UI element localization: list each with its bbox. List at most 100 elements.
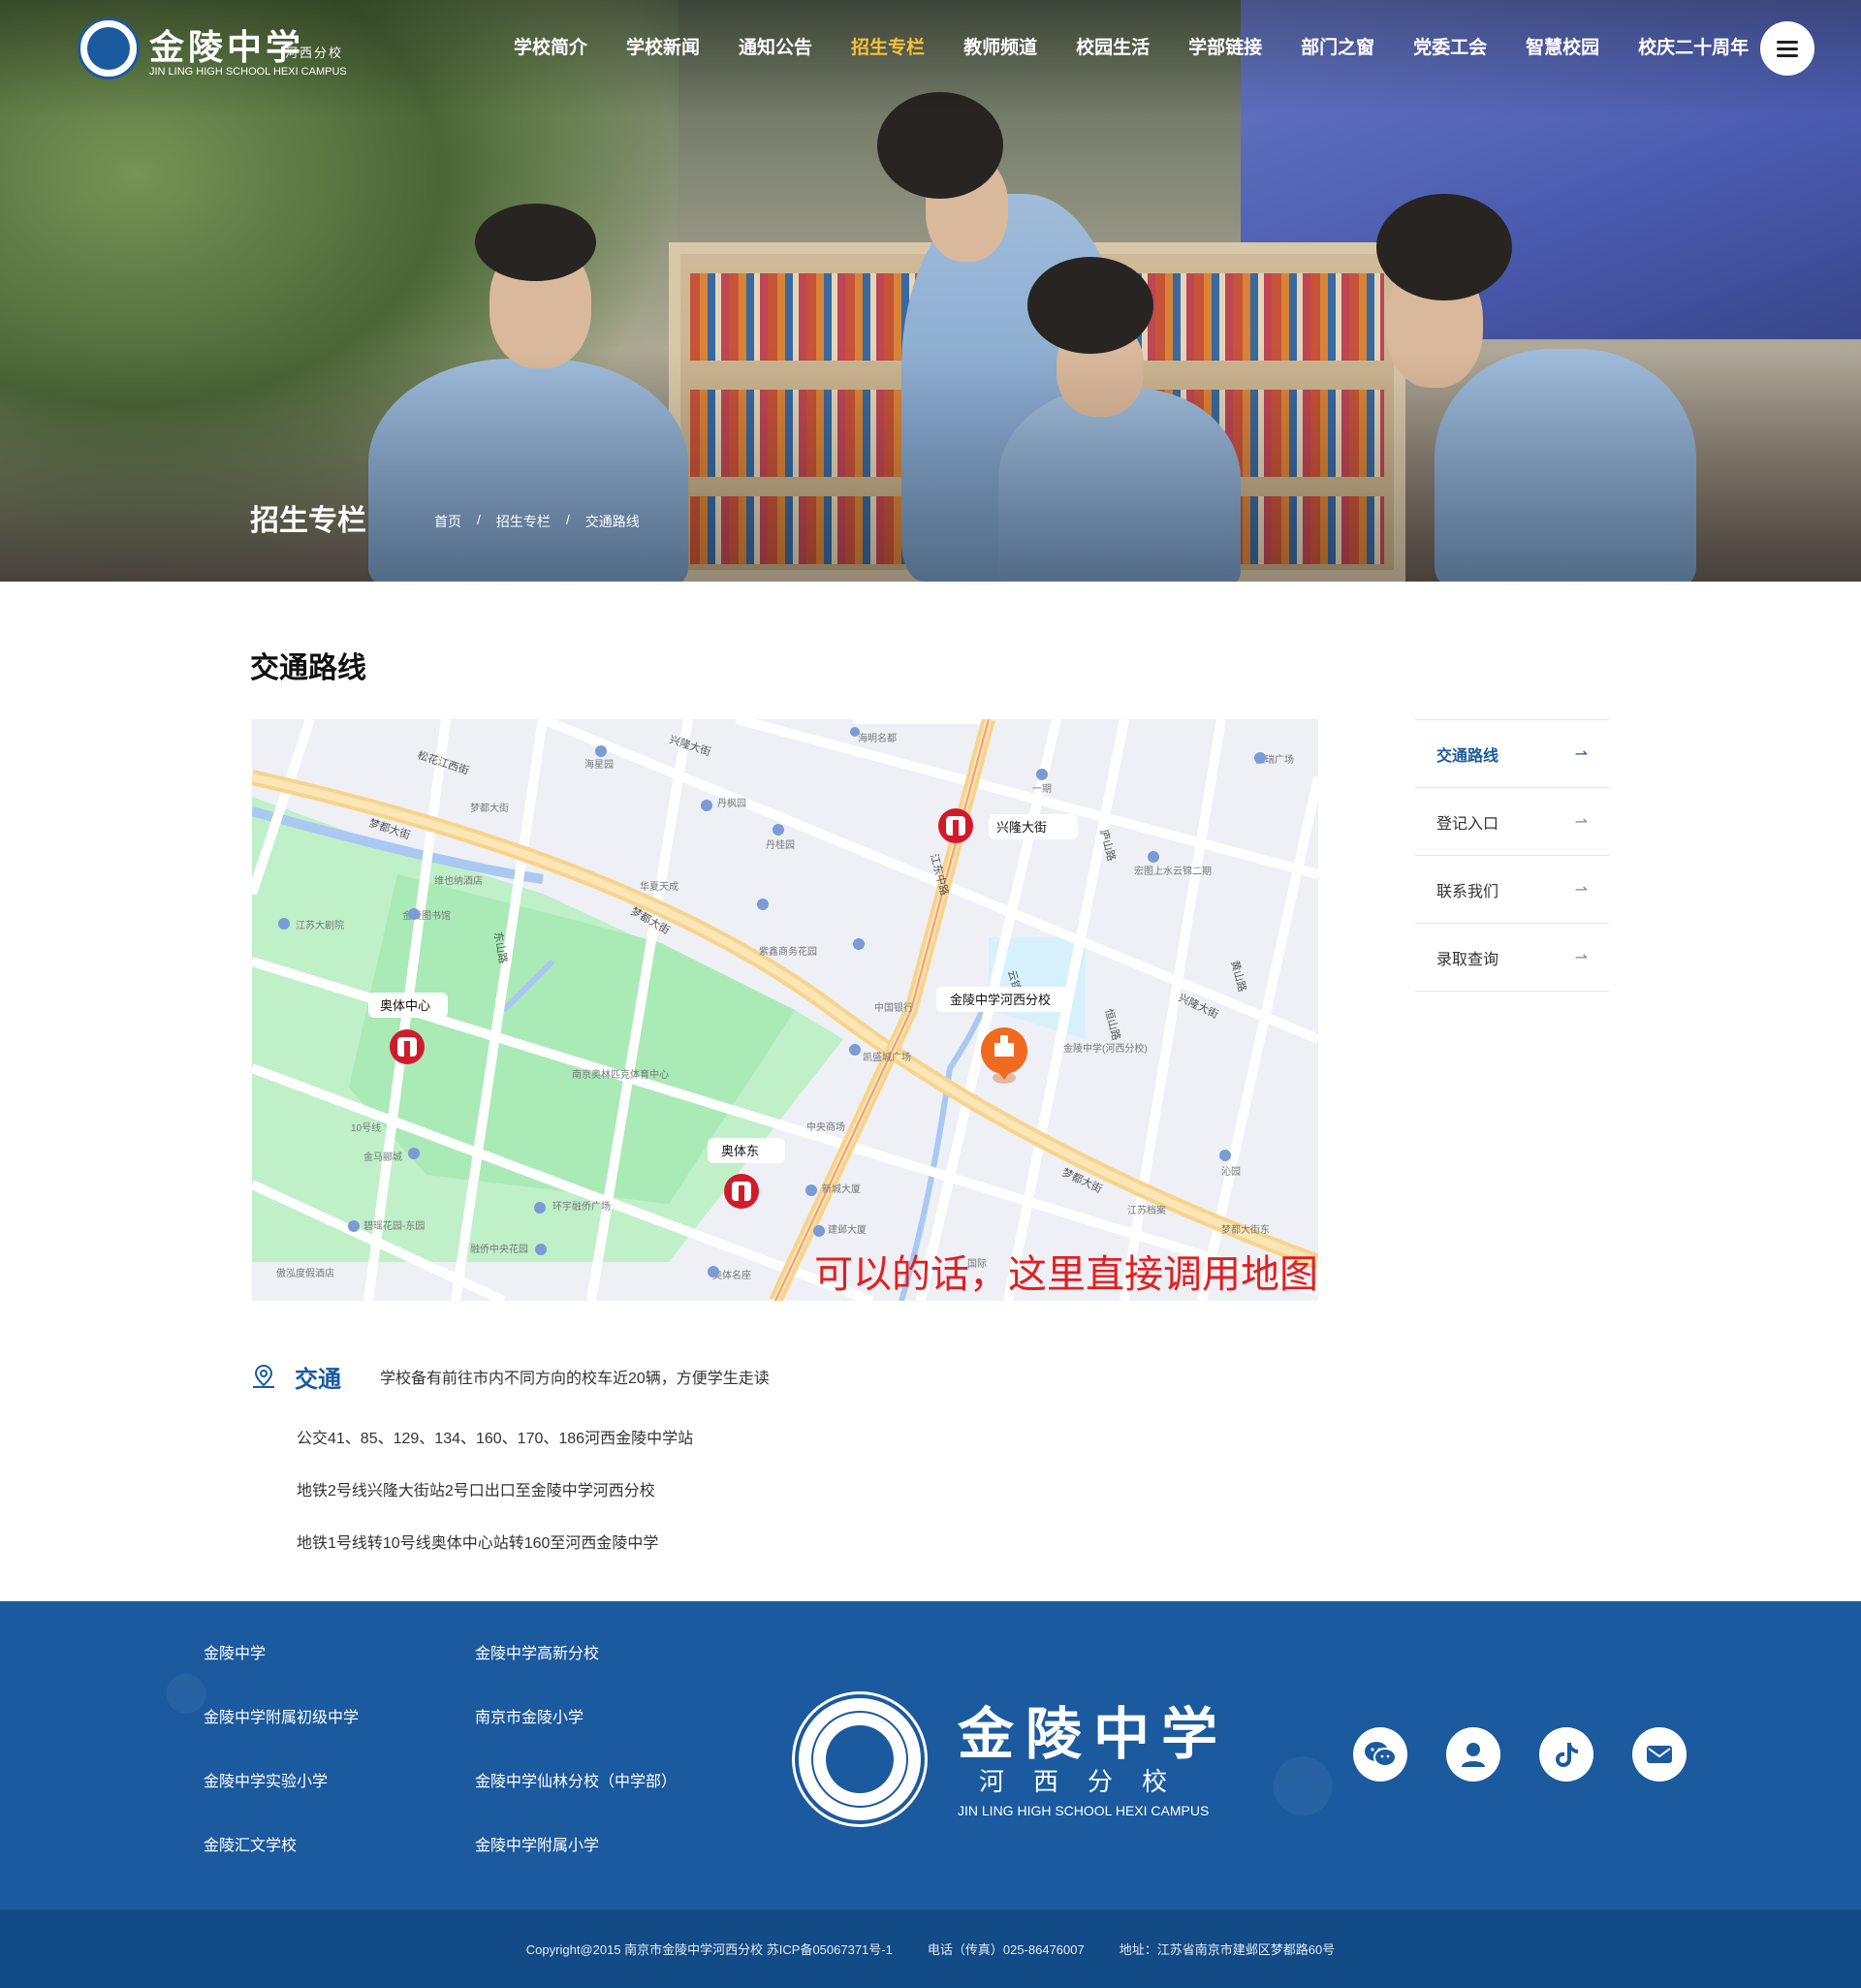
sidebar-item-traffic-routes[interactable]: 交通路线 ⇀ [1415, 720, 1609, 788]
sidebar-item-label: 联系我们 [1436, 883, 1499, 900]
sidebar-item-contact[interactable]: 联系我们 ⇀ [1415, 856, 1609, 924]
site-footer: 金陵中学 金陵中学高新分校 金陵中学附属初级中学 南京市金陵小学 金陵中学实验小… [0, 1601, 1861, 1909]
footer-logo: 金陵中学 河西分校 JIN LING HIGH SCHOOL HEXI CAMP… [795, 1694, 1241, 1830]
poi-label: 建邺大厦 [828, 1223, 867, 1236]
route-item: 地铁2号线兴隆大街站2号口出口至金陵中学河西分校 [297, 1483, 655, 1499]
route-map[interactable]: 兴隆大街 梦都大街 梦都大街 江东中路 东山路 松花江西街 兴隆大街 梦都大街 … [252, 719, 1318, 1301]
svg-text:兴隆大街: 兴隆大街 [996, 820, 1047, 835]
footer-logo-english: JIN LING HIGH SCHOOL HEXI CAMPUS [958, 1803, 1210, 1818]
poi-label: 金陵中学(河西分校) [1063, 1042, 1148, 1055]
arrow-right-icon: ⇀ [1574, 745, 1588, 763]
svg-text:奥体东: 奥体东 [721, 1144, 759, 1158]
poi-label: 梦都大街 [470, 802, 509, 814]
poi-label: 梦都大街东 [1221, 1223, 1270, 1236]
street-label: 黄山路 [1228, 959, 1249, 993]
wechat-icon[interactable] [1353, 1727, 1407, 1782]
poi-label: 融侨中央花园 [470, 1243, 528, 1255]
nav-item-campus-life[interactable]: 校园生活 [1076, 33, 1150, 66]
svg-text:奥体中心: 奥体中心 [380, 998, 430, 1013]
poi-label: 宏图上水云锦二期 [1134, 865, 1212, 877]
poi-label: 沁园 [1221, 1166, 1241, 1178]
route-item: 公交41、85、129、134、160、170、186河西金陵中学站 [297, 1431, 694, 1447]
poi-label: 新城大厦 [822, 1183, 861, 1195]
location-pin-icon [253, 1364, 274, 1388]
address-text: 地址：江苏省南京市建邺区梦都路60号 [1119, 1942, 1336, 1957]
poi-label: 中央商场 [806, 1120, 845, 1133]
sidebar-item-admission-query[interactable]: 录取查询 ⇀ [1415, 924, 1609, 992]
traffic-section: 交通 学校备有前往市内不同方向的校车近20辆，方便学生走读 公交41、85、12… [250, 1357, 1316, 1553]
footer-link[interactable]: 金陵中学仙林分校（中学部） [475, 1768, 746, 1791]
nav-item-notices[interactable]: 通知公告 [739, 33, 812, 66]
footer-logo-subtitle: 河西分校 [979, 1767, 1197, 1796]
svg-text:金陵中学河西分校: 金陵中学河西分校 [950, 993, 1051, 1007]
poi-label: 金马郦城 [363, 1151, 402, 1163]
poi-label: 南京奥林匹克体育中心 [572, 1068, 669, 1081]
breadcrumb-current: 交通路线 [584, 514, 640, 529]
copyright-text: Copyright@2015 南京市金陵中学河西分校 苏ICP备05067371… [525, 1942, 893, 1957]
street-label: 兴隆大街 [668, 733, 712, 759]
sidebar-item-registration[interactable]: 登记入口 ⇀ [1415, 788, 1609, 856]
breadcrumb: 首页 / 招生专栏 / 交通路线 [434, 512, 655, 531]
poi-label: 10号线 [351, 1121, 381, 1134]
poi-label: 中国银行 [874, 1001, 913, 1014]
poi-label: 海星园 [584, 758, 614, 771]
poi-label: 紫鑫商务花园 [759, 945, 817, 958]
nav-item-news[interactable]: 学校新闻 [626, 33, 700, 66]
user-icon[interactable] [1446, 1727, 1500, 1782]
poi-label: 环宇融侨广场 [552, 1200, 611, 1213]
footer-links: 金陵中学 金陵中学高新分校 金陵中学附属初级中学 南京市金陵小学 金陵中学实验小… [204, 1640, 746, 1855]
route-item: 地铁1号线转10号线奥体中心站转160至河西金陵中学 [297, 1535, 659, 1552]
nav-item-departments[interactable]: 部门之窗 [1301, 33, 1374, 66]
breadcrumb-admissions[interactable]: 招生专栏 [496, 512, 551, 531]
breadcrumb-home[interactable]: 首页 [434, 512, 461, 531]
mail-icon[interactable] [1632, 1727, 1687, 1782]
poi-label: 维也纳酒店 [434, 874, 483, 887]
nav-item-smart-campus[interactable]: 智慧校园 [1526, 33, 1599, 66]
poi-label: 碧瑶花园-东园 [363, 1219, 425, 1232]
nav-item-party[interactable]: 党委工会 [1413, 33, 1487, 66]
sidebar-item-label: 交通路线 [1436, 747, 1499, 765]
tiktok-icon[interactable] [1539, 1727, 1593, 1782]
nav-item-anniversary[interactable]: 校庆二十周年 [1638, 33, 1749, 66]
poi-label: 江苏大剧院 [296, 919, 344, 931]
school-seal-icon [78, 17, 140, 79]
arrow-right-icon: ⇀ [1574, 881, 1588, 899]
site-logo[interactable]: 金陵中学 河西分校 JIN LING HIGH SCHOOL HEXI CAMP… [78, 17, 359, 81]
nav-item-divisions[interactable]: 学部链接 [1188, 33, 1262, 66]
hamburger-menu-icon[interactable] [1760, 21, 1814, 76]
poi-label: 江苏档案 [1127, 1204, 1166, 1216]
nav-item-admissions[interactable]: 招生专栏 [851, 33, 925, 66]
breadcrumb-separator: / [477, 512, 481, 527]
footer-link[interactable]: 金陵汇文学校 [204, 1832, 475, 1855]
page-title: 交通路线 [250, 652, 366, 684]
logo-english: JIN LING HIGH SCHOOL HEXI CAMPUS [149, 66, 347, 78]
poi-label: 丹枫园 [717, 797, 746, 809]
traffic-title: 交通 [295, 1366, 341, 1393]
footer-link[interactable]: 南京市金陵小学 [475, 1704, 746, 1727]
logo-subtitle: 河西分校 [285, 46, 344, 60]
logo-title: 金陵中学 [149, 27, 305, 68]
section-sidebar: 交通路线 ⇀ 登记入口 ⇀ 联系我们 ⇀ 录取查询 ⇀ [1415, 719, 1609, 992]
footer-link[interactable]: 金陵中学高新分校 [475, 1640, 746, 1663]
sidebar-item-label: 登记入口 [1436, 815, 1499, 833]
main-nav: 学校简介 学校新闻 通知公告 招生专栏 教师频道 校园生活 学部链接 部门之窗 … [514, 33, 1787, 66]
hero-title: 招生专栏 [250, 505, 366, 537]
footer-logo-title: 金陵中学 [958, 1701, 1230, 1767]
street-label: 恒山路 [1102, 1007, 1122, 1041]
nav-item-about[interactable]: 学校简介 [514, 33, 587, 66]
arrow-right-icon: ⇀ [1574, 949, 1588, 966]
poi-label: 一期 [1032, 783, 1052, 795]
metro-station-xinglong[interactable]: 兴隆大街 [938, 808, 1078, 843]
sidebar-item-label: 录取查询 [1436, 951, 1499, 968]
footer-link[interactable]: 金陵中学 [204, 1640, 475, 1663]
nav-item-teachers[interactable]: 教师频道 [963, 33, 1037, 66]
social-links [1353, 1727, 1725, 1782]
site-header: 金陵中学 河西分校 JIN LING HIGH SCHOOL HEXI CAMP… [0, 0, 1861, 97]
traffic-description: 学校备有前往市内不同方向的校车近20辆，方便学生走读 [380, 1371, 770, 1387]
footer-link[interactable]: 金陵中学附属初级中学 [204, 1704, 475, 1727]
footer-link[interactable]: 金陵中学实验小学 [204, 1768, 475, 1791]
map-note: 可以的话，这里直接调用地图 [814, 1253, 1318, 1296]
poi-label: 傲泓度假酒店 [276, 1267, 334, 1279]
footer-link[interactable]: 金陵中学附属小学 [475, 1832, 746, 1855]
footer-bottom-bar: Copyright@2015 南京市金陵中学河西分校 苏ICP备05067371… [0, 1909, 1861, 1988]
